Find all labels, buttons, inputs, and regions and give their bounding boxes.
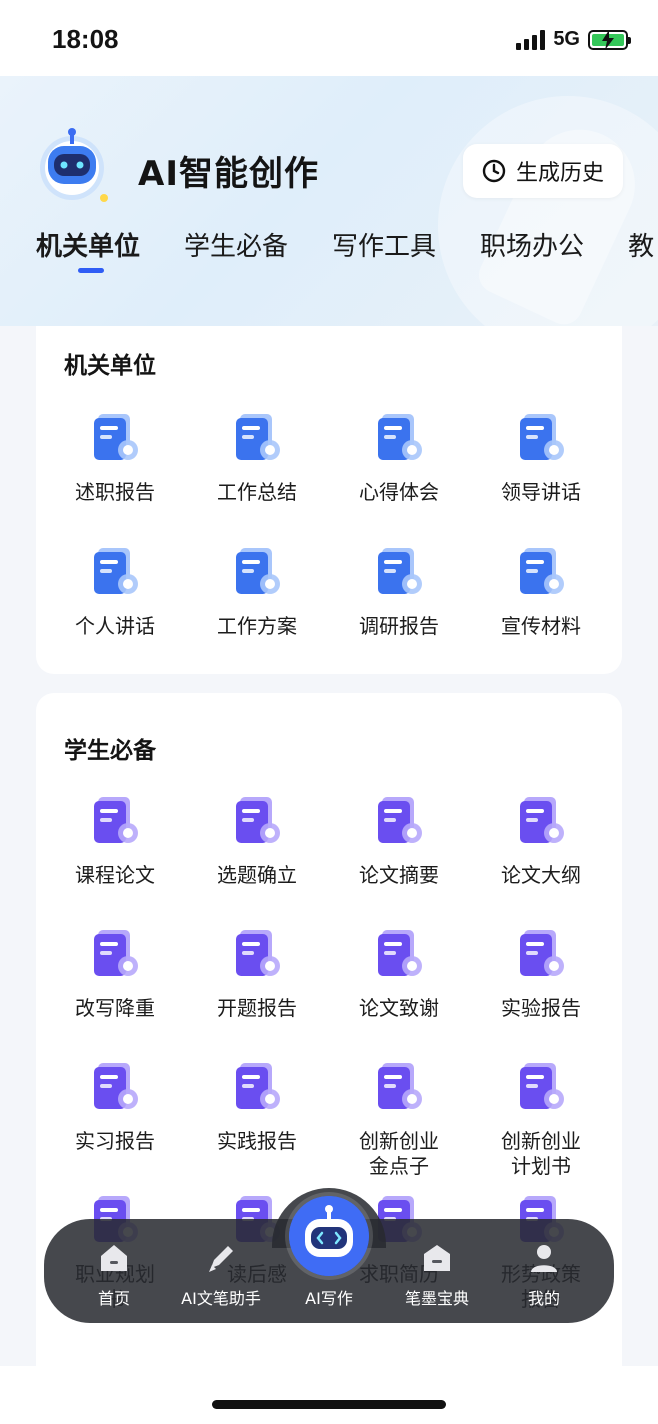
clock-icon	[482, 159, 506, 183]
tab-writing-tools[interactable]: 写作工具	[332, 226, 436, 263]
history-label: 生成历史	[515, 161, 604, 186]
grid-item-label: 心得体会	[359, 480, 439, 504]
grid-item-label: 实践报告	[217, 1129, 297, 1153]
grid-item[interactable]: 开题报告	[186, 926, 328, 1021]
status-time: 18:08	[52, 24, 119, 54]
grid-item[interactable]: 实践报告	[186, 1059, 328, 1154]
robot-icon[interactable]	[289, 1196, 369, 1276]
book-house-icon	[424, 1245, 450, 1271]
clipboard-chart-icon	[378, 548, 422, 594]
tab-education[interactable]: 教	[628, 226, 654, 263]
grid-item-label: 改写降重	[75, 996, 155, 1020]
nav-label: 我的	[527, 1289, 560, 1308]
outline-flow-icon	[520, 797, 564, 843]
section-title: 学生必备	[64, 738, 156, 764]
status-bar: 18:08 5G	[0, 0, 658, 76]
nav-label: 笔墨宝典	[404, 1289, 469, 1308]
pen-icon	[209, 1246, 233, 1272]
section-card-government: 机关单位 述职报告 工作总结 心得体会 领导讲话 个人讲话 工作方案 调研报告 …	[36, 326, 622, 674]
nav-label: 首页	[97, 1289, 130, 1308]
section-title: 机关单位	[64, 353, 156, 379]
grid-item[interactable]: 论文大纲	[470, 793, 612, 888]
grid-item-label: 领导讲话	[501, 480, 581, 504]
grid-item-label: 宣传材料	[501, 614, 581, 638]
status-indicators: 5G	[516, 28, 631, 51]
grid-item-label: 实验报告	[501, 996, 581, 1020]
grid-item-label: 论文致谢	[359, 996, 439, 1020]
clipboard-pie-icon	[236, 1063, 280, 1109]
clipboard-badge-icon	[94, 1063, 138, 1109]
grid-item[interactable]: 调研报告	[328, 544, 470, 639]
doc-flag-icon	[520, 1063, 564, 1109]
grid-item-label: 调研报告	[359, 614, 439, 638]
grid-item[interactable]: 工作方案	[186, 544, 328, 639]
person-chat-icon	[94, 548, 138, 594]
grid-item-label: 实习报告	[75, 1129, 155, 1153]
grid-item[interactable]: 心得体会	[328, 410, 470, 505]
grid-item[interactable]: 课程论文	[44, 793, 186, 888]
nav-label: AI写作	[305, 1289, 353, 1308]
home-indicator	[212, 1400, 446, 1409]
grid-item[interactable]: 论文致谢	[328, 926, 470, 1021]
grid-item-label: 课程论文	[75, 863, 155, 887]
grid-item[interactable]: 实习报告	[44, 1059, 186, 1154]
bottom-safe-area	[0, 1366, 658, 1424]
folder-check-icon	[236, 414, 280, 460]
home-icon	[101, 1245, 127, 1271]
nav-item-classics[interactable]: 笔墨宝典	[380, 1219, 494, 1323]
grid-item-label: 开题报告	[217, 996, 297, 1020]
signal-icon	[516, 29, 546, 50]
grid-item[interactable]: 创新创业 金点子	[328, 1059, 470, 1179]
folder-layers-icon	[236, 548, 280, 594]
nav-label: AI文笔助手	[181, 1289, 261, 1308]
category-tabs: 机关单位 学生必备 写作工具 职场办公 教	[36, 226, 654, 273]
envelope-check-icon	[520, 548, 564, 594]
grid-item[interactable]: 领导讲话	[470, 410, 612, 505]
history-button[interactable]: 生成历史	[463, 144, 623, 198]
header: AI智能创作 生成历史 机关单位 学生必备 写作工具 职场办公 教	[0, 76, 658, 326]
grid-item[interactable]: 选题确立	[186, 793, 328, 888]
grid-item[interactable]: 论文摘要	[328, 793, 470, 888]
tab-government[interactable]: 机关单位	[36, 226, 140, 273]
grid-item-label: 论文摘要	[359, 863, 439, 887]
checklist-star-icon	[236, 797, 280, 843]
grid-item-label: 创新创业 计划书	[501, 1129, 581, 1178]
tab-office[interactable]: 职场办公	[480, 226, 584, 263]
grid-item-label: 述职报告	[75, 480, 155, 504]
grid-item[interactable]: 改写降重	[44, 926, 186, 1021]
robot-logo-icon	[40, 128, 108, 202]
network-type: 5G	[553, 28, 580, 50]
grid-item-label: 论文大纲	[501, 863, 581, 887]
nav-item-mine[interactable]: 我的	[487, 1219, 601, 1323]
nav-item-home[interactable]: 首页	[57, 1219, 171, 1323]
grid-item[interactable]: 宣传材料	[470, 544, 612, 639]
doc-pen-icon	[236, 930, 280, 976]
doc-upload-icon	[378, 1063, 422, 1109]
report-pen-icon	[94, 414, 138, 460]
doc-chat-icon	[520, 414, 564, 460]
grid-item-label: 工作方案	[217, 614, 297, 638]
doc-search-icon	[94, 930, 138, 976]
text-heart-icon	[378, 930, 422, 976]
grid-item[interactable]: 述职报告	[44, 410, 186, 505]
nav-item-ai-pen-assistant[interactable]: AI文笔助手	[164, 1219, 278, 1323]
grid-item-label: 选题确立	[217, 863, 297, 887]
grid-item[interactable]: 创新创业 计划书	[470, 1059, 612, 1179]
app-title: AI智能创作	[138, 154, 319, 194]
tab-students[interactable]: 学生必备	[184, 226, 288, 263]
paper-pen-icon	[94, 797, 138, 843]
grid-item-label: 工作总结	[217, 480, 297, 504]
grid-item[interactable]: 工作总结	[186, 410, 328, 505]
doc-star-icon	[378, 414, 422, 460]
battery-charging-icon	[588, 29, 631, 50]
clipboard-quote-icon	[378, 797, 422, 843]
grid-item-label: 个人讲话	[75, 614, 155, 638]
grid-item[interactable]: 实验报告	[470, 926, 612, 1021]
grid-item-label: 创新创业 金点子	[359, 1129, 439, 1178]
user-icon	[531, 1245, 557, 1272]
grid-item[interactable]: 个人讲话	[44, 544, 186, 639]
molecule-doc-icon	[520, 930, 564, 976]
